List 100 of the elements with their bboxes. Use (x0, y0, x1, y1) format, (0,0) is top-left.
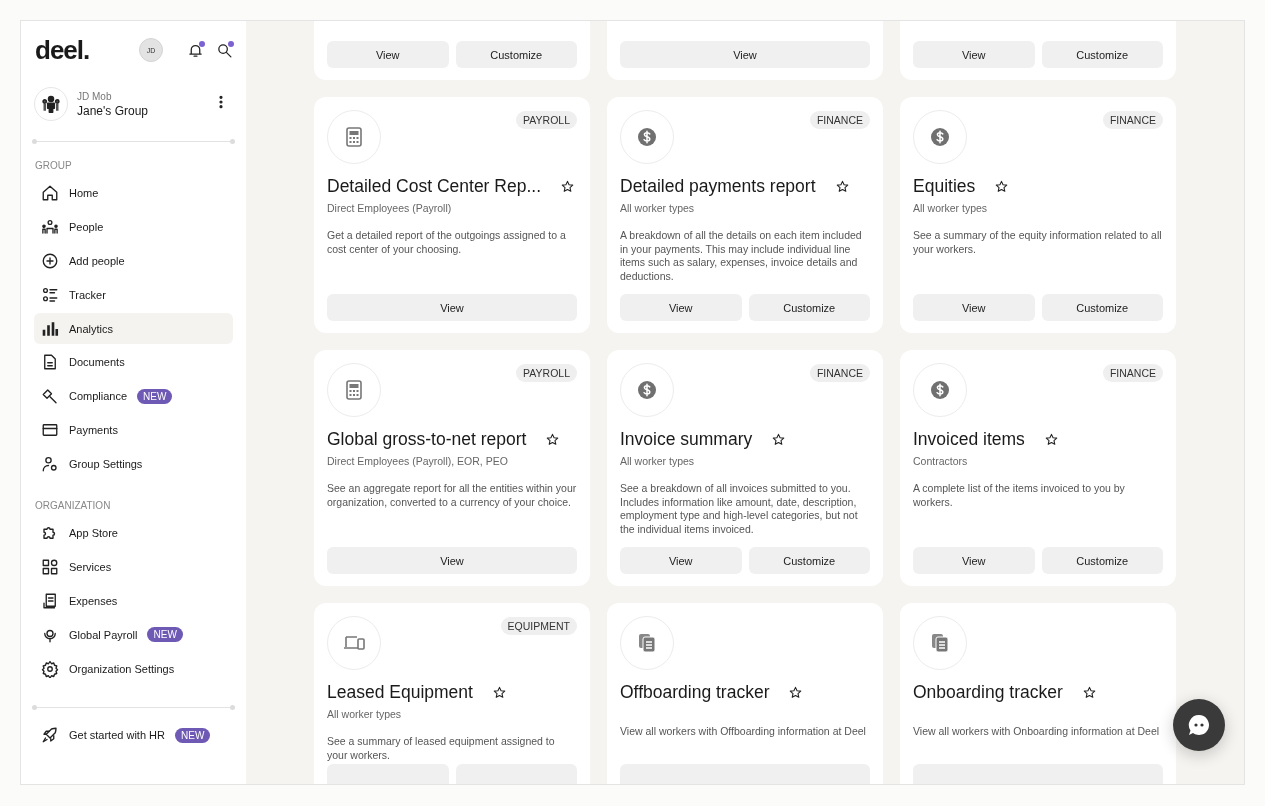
unread-dot (228, 40, 234, 47)
nav-item[interactable]: Tracker (34, 279, 233, 311)
star-icon[interactable] (789, 686, 803, 699)
report-button[interactable]: View (327, 294, 577, 321)
nav-item[interactable]: Add people (34, 245, 233, 277)
star-icon[interactable] (772, 433, 786, 446)
documents-icon (931, 633, 949, 653)
star-icon[interactable] (1044, 433, 1058, 446)
nav-item[interactable]: Organization Settings (34, 653, 233, 684)
worker-types: Direct Employees (Payroll), EOR, PEO (327, 455, 509, 467)
worker-types: All worker types (620, 202, 696, 214)
report-button[interactable]: Customize (455, 41, 577, 68)
nav-item[interactable]: App Store (34, 518, 233, 549)
new-badge: NEW (147, 627, 183, 643)
dollar-coin-icon (638, 128, 656, 146)
star-icon[interactable] (546, 433, 560, 446)
report-button[interactable]: View (620, 547, 742, 574)
nav-item[interactable]: Global Payroll NEW (34, 619, 233, 651)
report-button[interactable]: View (620, 41, 870, 68)
report-title: Leased Equipment (327, 682, 473, 703)
report-title: Equities (913, 176, 976, 197)
new-badge: NEW (175, 727, 211, 743)
star-icon[interactable] (1082, 686, 1096, 699)
search-button[interactable] (216, 41, 233, 59)
worker-types: All worker types (620, 455, 696, 467)
people-icon (41, 218, 59, 237)
nav-item[interactable]: Documents (34, 346, 233, 378)
nav-item[interactable]: Group Settings (34, 448, 233, 480)
report-button[interactable]: Customize (1041, 547, 1163, 574)
report-title: Detailed payments report (620, 176, 816, 197)
report-description: A complete list of the items invoiced to you by workers. (913, 482, 1126, 510)
grid-icon (41, 558, 59, 577)
category-tag: PAYROLL (516, 111, 577, 129)
calculator-icon (345, 380, 363, 400)
calculator-icon (345, 127, 363, 147)
report-description: View all workers with Onboarding information at Deel (913, 725, 1161, 739)
report-description: See a summary of the equity information related to all your workers. (913, 229, 1163, 257)
dollar-coin-icon (931, 381, 949, 399)
report-button[interactable]: View (913, 294, 1035, 321)
unread-dot (199, 40, 205, 47)
bar-chart-icon (41, 319, 59, 338)
star-icon[interactable] (492, 686, 506, 699)
report-button[interactable]: Customize (748, 294, 870, 321)
worker-types: All worker types (327, 708, 403, 720)
nav-item[interactable]: Payments (34, 414, 233, 446)
plus-circle-icon (41, 251, 59, 270)
report-description: View all workers with Offboarding information at Deel (620, 725, 867, 739)
star-icon[interactable] (561, 180, 574, 193)
report-button[interactable]: Customize (1041, 294, 1163, 321)
category-tag: PAYROLL (516, 364, 577, 382)
report-title: Invoiced items (913, 429, 1025, 450)
notifications-button[interactable] (187, 41, 204, 59)
search-icon (216, 41, 233, 59)
nav-item[interactable]: Analytics (34, 313, 233, 344)
new-badge: NEW (137, 388, 173, 404)
document-icon (41, 353, 59, 372)
group-icon (41, 94, 61, 114)
report-button[interactable]: View (620, 294, 742, 321)
category-tag: EQUIPMENT (500, 617, 577, 635)
report-title: Invoice summary (620, 429, 753, 450)
list-icon (41, 285, 59, 304)
get-started-link[interactable]: Get started with HR NEW (34, 719, 233, 751)
report-description: Get a detailed report of the outgoings assigned to a cost center of your choosing. (327, 229, 567, 257)
section-heading: GROUP (35, 160, 73, 171)
report-title: Global gross-to-net report (327, 429, 527, 450)
report-description: A breakdown of all the details on each item included in your payments. This may include individual line items such as salary, expenses, invoice details and deductions. (620, 229, 863, 284)
receipt-icon (41, 592, 59, 610)
report-button[interactable]: View (913, 547, 1035, 574)
logo: deel. (35, 34, 91, 66)
report-button[interactable]: Customize (748, 547, 870, 574)
nav-item[interactable]: People (34, 211, 233, 243)
group-name: Jane's Group (77, 103, 149, 118)
nav-item[interactable]: Compliance NEW (34, 380, 233, 412)
dollar-coin-icon (931, 128, 949, 146)
gavel-icon (41, 387, 59, 406)
home-icon (41, 184, 59, 203)
chat-icon (1187, 713, 1211, 737)
report-title: Onboarding tracker (913, 682, 1063, 703)
nav-item[interactable]: Home (34, 178, 233, 209)
nav-item[interactable]: Expenses (34, 585, 233, 617)
section-heading: ORGANIZATION (35, 500, 112, 512)
star-icon[interactable] (995, 180, 1009, 193)
report-button[interactable]: View (327, 41, 449, 68)
report-button[interactable]: View (913, 41, 1035, 68)
rocket-icon (41, 726, 59, 745)
settings-icon (41, 659, 59, 678)
report-button[interactable]: View (327, 547, 577, 574)
documents-icon (638, 633, 656, 653)
category-tag: FINANCE (809, 111, 870, 129)
report-description: See a summary of leased equipment assigned to your workers. (327, 735, 556, 763)
category-tag: FINANCE (1102, 364, 1163, 382)
worker-types: All worker types (913, 202, 989, 214)
report-description: See a breakdown of all invoices submitted to you. Includes information like amount, date, description, employment type and high-level categories, but not the individual items invoiced. (620, 482, 859, 537)
person-gear-icon (41, 454, 59, 473)
organization-name: JD Mob (77, 90, 113, 102)
nav-item[interactable]: Services (34, 551, 233, 583)
dollar-coin-icon (638, 381, 656, 399)
report-button[interactable]: Customize (1041, 41, 1163, 68)
report-title: Offboarding tracker (620, 682, 770, 703)
star-icon[interactable] (835, 180, 849, 193)
